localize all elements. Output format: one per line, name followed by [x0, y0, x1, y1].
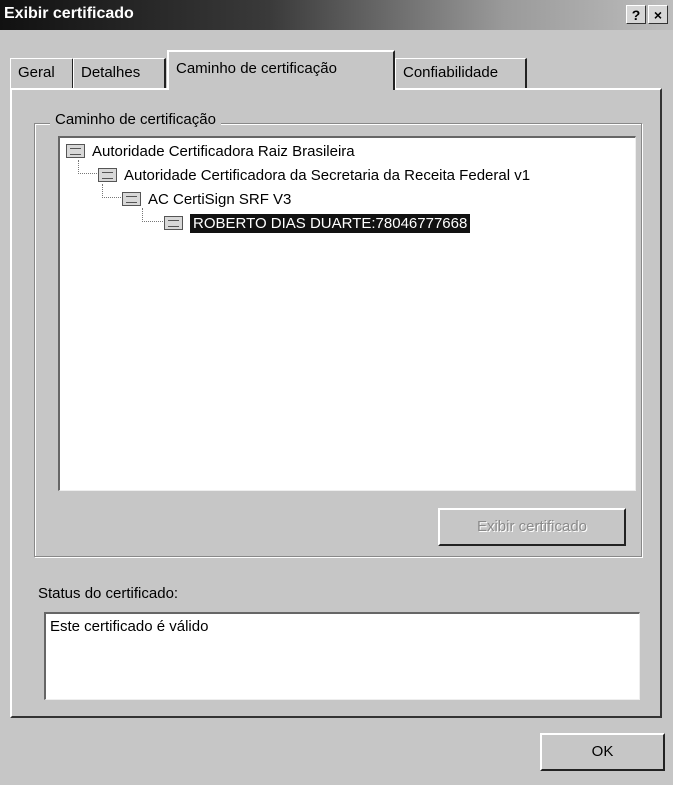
- certificate-icon: [122, 192, 141, 206]
- window-title: Exibir certificado: [4, 5, 134, 22]
- tab-confiabilidade[interactable]: Confiabilidade: [395, 58, 527, 88]
- ok-button[interactable]: OK: [540, 733, 665, 771]
- tree-connector: [142, 208, 165, 222]
- tree-node[interactable]: Autoridade Certificadora Raiz Brasileira: [66, 140, 355, 162]
- status-text: Este certificado é válido: [44, 612, 640, 700]
- close-button[interactable]: ×: [648, 5, 668, 24]
- tree-node-label: AC CertiSign SRF V3: [148, 190, 292, 208]
- certification-path-label: Caminho de certificação: [50, 111, 221, 128]
- title-bar[interactable]: Exibir certificado ? ×: [0, 0, 673, 30]
- help-button[interactable]: ?: [626, 5, 646, 24]
- certificate-icon: [98, 168, 117, 182]
- tree-node[interactable]: AC CertiSign SRF V3: [122, 188, 291, 210]
- tree-connector: [102, 184, 123, 198]
- tree-node-label: Autoridade Certificadora Raiz Brasileira: [92, 142, 355, 160]
- tree-node-label: Autoridade Certificadora da Secretaria d…: [124, 166, 531, 184]
- tree-node-label: ROBERTO DIAS DUARTE:78046777668: [190, 213, 471, 233]
- certificate-icon: [66, 144, 85, 158]
- tab-geral[interactable]: Geral: [10, 58, 74, 88]
- view-certificate-button[interactable]: Exibir certificado: [438, 508, 626, 546]
- certificate-dialog: Exibir certificado ? × Geral Detalhes Ca…: [0, 0, 673, 785]
- certificate-icon: [164, 216, 183, 230]
- tab-caminho-de-certificacao[interactable]: Caminho de certificação: [167, 50, 395, 90]
- tree-connector: [78, 160, 99, 174]
- certification-path-tree[interactable]: Autoridade Certificadora Raiz Brasileira…: [58, 136, 636, 491]
- status-label: Status do certificado:: [38, 585, 179, 602]
- tab-detalhes[interactable]: Detalhes: [73, 58, 166, 88]
- tree-node-selected[interactable]: ROBERTO DIAS DUARTE:78046777668: [164, 212, 471, 234]
- tree-node[interactable]: Autoridade Certificadora da Secretaria d…: [98, 164, 530, 186]
